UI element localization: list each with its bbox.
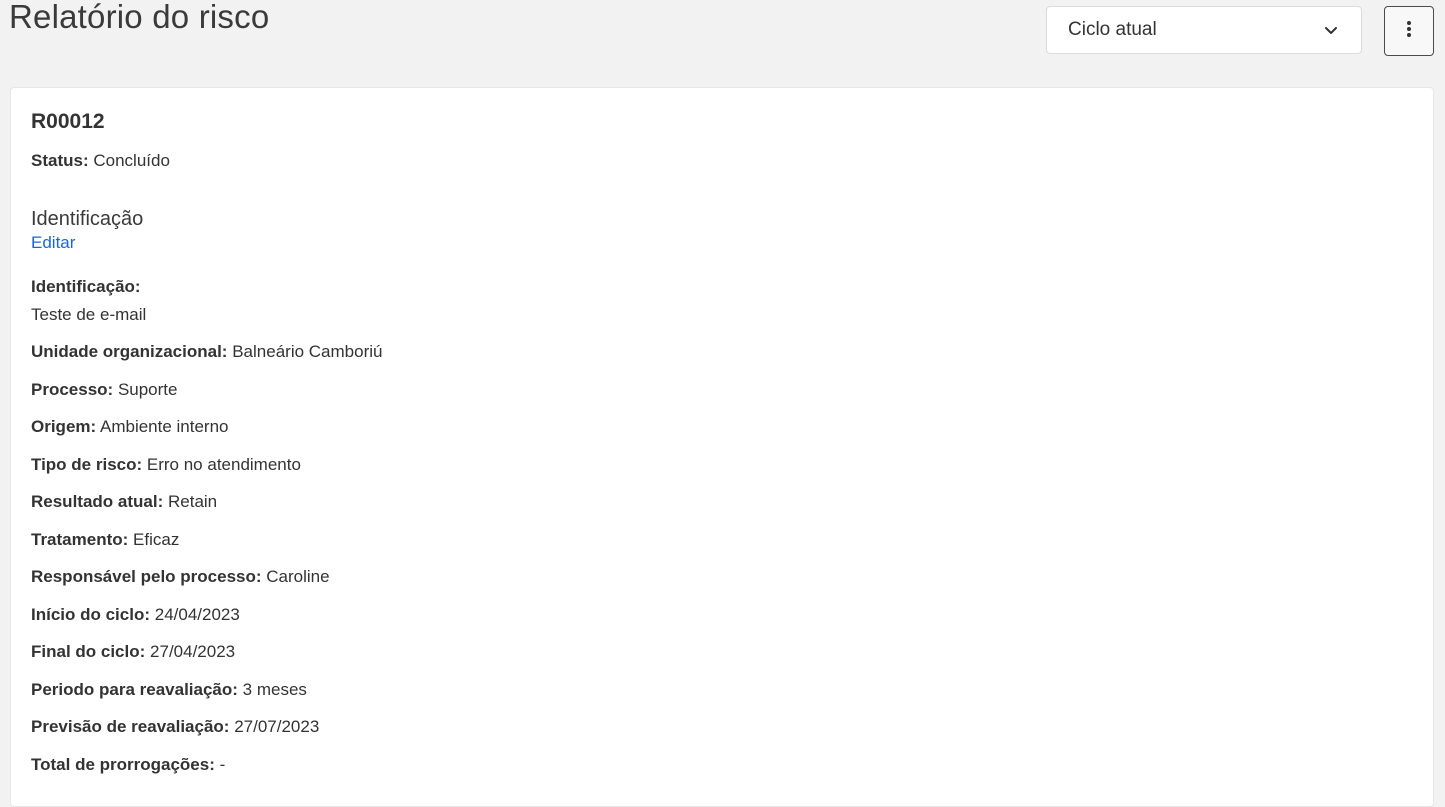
status-value: Concluído — [93, 151, 170, 170]
field-label: Processo: — [31, 380, 114, 399]
field-final-do-ciclo: Final do ciclo: 27/04/2023 — [31, 641, 235, 663]
field-value: Ambiente interno — [99, 417, 229, 436]
field-label: Identificação: — [31, 277, 141, 296]
risk-report-card: R00012 Status: Concluído Identificação E… — [10, 87, 1434, 807]
field-label: Responsável pelo processo: — [31, 567, 262, 586]
field-value: 27/04/2023 — [150, 642, 236, 661]
field-previsao-reavaliacao: Previsão de reavaliação: 27/07/2023 — [31, 716, 319, 738]
field-unidade-organizacional: Unidade organizacional: Balneário Cambor… — [31, 341, 382, 363]
cycle-select[interactable]: Ciclo atual — [1046, 6, 1362, 54]
field-resultado-atual: Resultado atual: Retain — [31, 491, 217, 513]
status-label: Status: — [31, 151, 89, 170]
field-label: Periodo para reavaliação: — [31, 680, 238, 699]
field-label: Tipo de risco: — [31, 455, 143, 474]
field-periodo-reavaliacao: Periodo para reavaliação: 3 meses — [31, 679, 307, 701]
field-value: 27/07/2023 — [234, 717, 320, 736]
page-title: Relatório do risco — [9, 0, 270, 35]
field-label: Previsão de reavaliação: — [31, 717, 230, 736]
vertical-dots-icon — [1406, 20, 1412, 43]
field-inicio-do-ciclo: Início do ciclo: 24/04/2023 — [31, 604, 240, 626]
field-label: Final do ciclo: — [31, 642, 146, 661]
field-tipo-de-risco: Tipo de risco: Erro no atendimento — [31, 454, 301, 476]
field-responsavel: Responsável pelo processo: Caroline — [31, 566, 330, 588]
field-identificacao: Identificação: — [31, 276, 141, 298]
field-value: Retain — [167, 492, 218, 511]
field-identificacao-value: Teste de e-mail — [31, 304, 146, 326]
field-value: - — [219, 755, 226, 774]
field-value: Balneário Camboriú — [232, 342, 383, 361]
field-value: Eficaz — [133, 530, 180, 549]
chevron-down-icon — [1323, 22, 1339, 38]
field-origem: Origem: Ambiente interno — [31, 416, 229, 438]
status-field: Status: Concluído — [31, 150, 170, 172]
cycle-select-value: Ciclo atual — [1068, 19, 1157, 40]
field-value: Caroline — [266, 567, 330, 586]
section-title: Identificação — [31, 208, 144, 230]
field-label: Início do ciclo: — [31, 605, 151, 624]
field-label: Tratamento: — [31, 530, 129, 549]
risk-code: R00012 — [31, 110, 105, 133]
field-label: Unidade organizacional: — [31, 342, 228, 361]
field-value: 3 meses — [242, 680, 307, 699]
field-processo: Processo: Suporte — [31, 379, 177, 401]
field-value: Teste de e-mail — [31, 305, 147, 324]
field-label: Resultado atual: — [31, 492, 164, 511]
edit-link[interactable]: Editar — [31, 232, 75, 254]
field-value: Erro no atendimento — [146, 455, 301, 474]
field-tratamento: Tratamento: Eficaz — [31, 529, 179, 551]
field-label: Total de prorrogações: — [31, 755, 215, 774]
field-label: Origem: — [31, 417, 97, 436]
more-options-button[interactable] — [1384, 6, 1434, 56]
field-value: Suporte — [117, 380, 178, 399]
field-total-prorrogacoes: Total de prorrogações: - — [31, 754, 225, 776]
field-value: 24/04/2023 — [154, 605, 240, 624]
